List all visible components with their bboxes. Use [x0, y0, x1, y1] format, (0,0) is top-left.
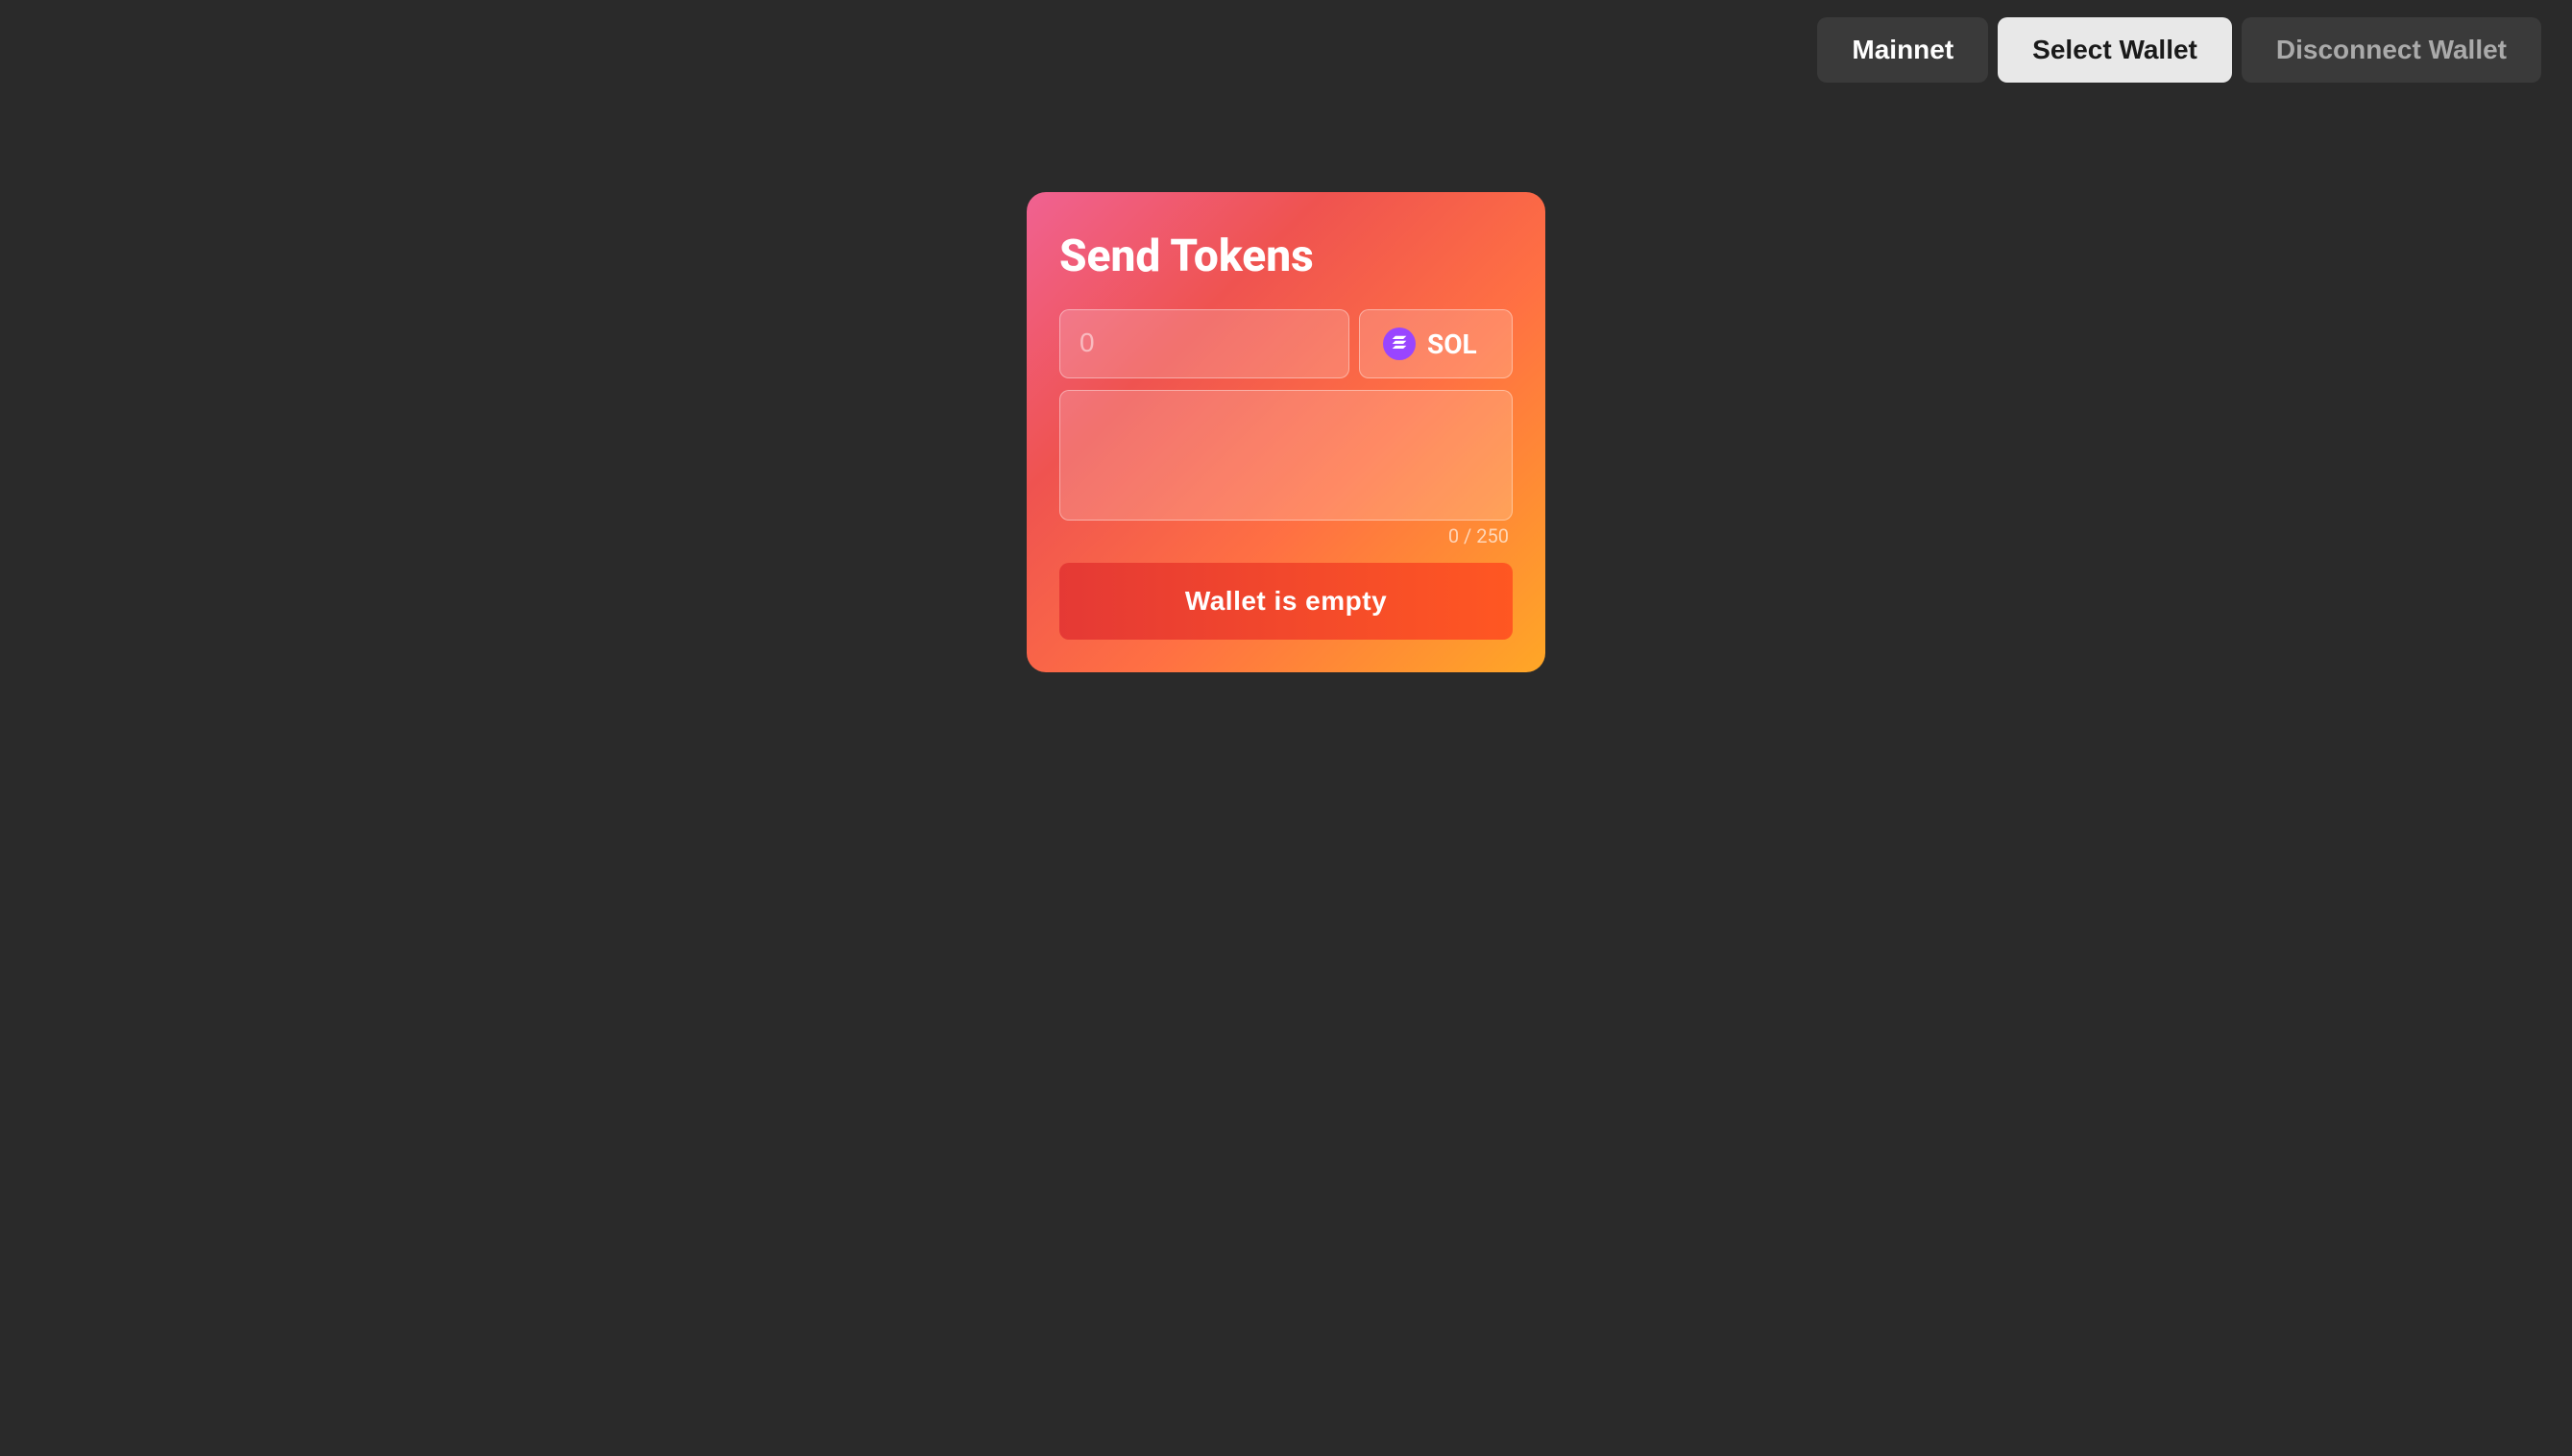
card-title: Send Tokens: [1059, 231, 1513, 282]
amount-input[interactable]: [1080, 328, 1329, 358]
top-navigation: Mainnet Select Wallet Disconnect Wallet: [1817, 17, 2541, 83]
amount-row: SOL: [1059, 309, 1513, 378]
message-textarea[interactable]: [1080, 408, 1492, 504]
send-tokens-card-wrapper: Send Tokens SOL 0 / 250 Wallet: [1027, 192, 1545, 672]
send-tokens-card: Send Tokens SOL 0 / 250 Wallet: [1027, 192, 1545, 672]
mainnet-button[interactable]: Mainnet: [1817, 17, 1988, 83]
select-wallet-button[interactable]: Select Wallet: [1998, 17, 2232, 83]
sol-icon: [1383, 328, 1416, 360]
token-label: SOL: [1427, 328, 1477, 360]
send-button[interactable]: Wallet is empty: [1059, 563, 1513, 640]
char-count: 0 / 250: [1059, 524, 1513, 547]
token-selector[interactable]: SOL: [1359, 309, 1513, 378]
amount-input-wrapper[interactable]: [1059, 309, 1349, 378]
disconnect-wallet-button[interactable]: Disconnect Wallet: [2242, 17, 2541, 83]
message-area-wrapper[interactable]: [1059, 390, 1513, 521]
